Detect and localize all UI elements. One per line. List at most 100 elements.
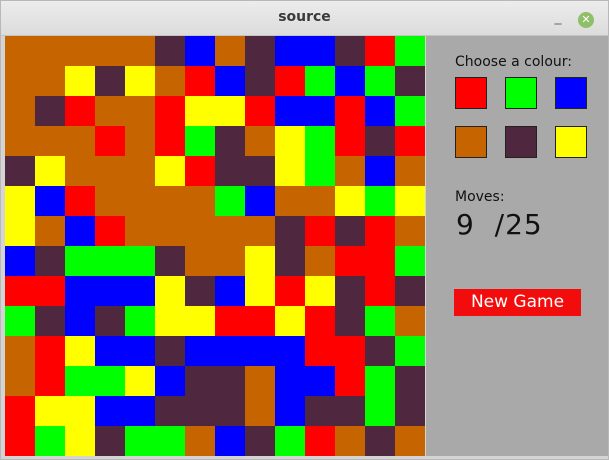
board-cell [95,96,125,126]
board-cell [155,396,185,426]
board-cell [365,126,395,156]
board-cell [65,96,95,126]
board-cell [65,306,95,336]
board-cell [35,336,65,366]
board-cell [335,426,365,456]
board-cell [125,126,155,156]
board-cell [125,336,155,366]
close-icon[interactable]: ✕ [578,12,594,28]
board-cell [35,396,65,426]
board-cell [305,36,335,66]
board-cell [95,366,125,396]
moves-counter: 9 /25 [456,208,543,241]
board-cell [95,336,125,366]
board-cell [215,306,245,336]
board-cell [275,36,305,66]
board-cell [245,156,275,186]
board-cell [5,186,35,216]
board-cell [215,366,245,396]
board-cell [95,156,125,186]
board-cell [125,66,155,96]
board-cell [155,66,185,96]
board-cell [155,426,185,456]
board-cell [215,246,245,276]
game-window: source _ ✕ Choose a colour: Moves: 9 /25… [0,0,609,460]
board-cell [395,396,425,426]
board-cell [5,366,35,396]
board-cell [155,246,185,276]
board-cell [185,366,215,396]
board-cell [365,306,395,336]
board-cell [335,126,365,156]
board-cell [335,156,365,186]
board-cell [5,66,35,96]
board-cell [365,366,395,396]
board-cell [335,276,365,306]
colour-button-purple[interactable] [505,126,537,158]
board-cell [35,96,65,126]
board-cell [305,126,335,156]
board-cell [305,96,335,126]
board-cell [395,336,425,366]
board-cell [65,336,95,366]
board-cell [65,126,95,156]
board-cell [5,156,35,186]
board-cell [185,156,215,186]
board-cell [155,36,185,66]
board-cell [125,36,155,66]
board-cell [35,366,65,396]
board-cell [95,36,125,66]
board-cell [65,156,95,186]
colour-button-yellow[interactable] [555,126,587,158]
board-cell [215,396,245,426]
board-cell [395,216,425,246]
board-cell [365,276,395,306]
board-cell [335,66,365,96]
side-panel: Choose a colour: Moves: 9 /25 New Game [426,36,608,456]
board-cell [125,396,155,426]
board-cell [65,36,95,66]
board-cell [125,96,155,126]
board-cell [245,246,275,276]
board-cell [395,426,425,456]
board-cell [125,366,155,396]
board-cell [245,396,275,426]
board-cell [215,36,245,66]
board-cell [155,96,185,126]
colour-button-red[interactable] [455,77,487,109]
board-cell [335,216,365,246]
board-cell [125,306,155,336]
new-game-button[interactable]: New Game [454,289,581,316]
board-cell [125,246,155,276]
board-cell [5,276,35,306]
board-cell [185,66,215,96]
board-cell [365,426,395,456]
board-cell [305,156,335,186]
board-cell [95,396,125,426]
colour-button-blue[interactable] [555,77,587,109]
board-cell [305,216,335,246]
board-cell [365,336,395,366]
board-cell [185,126,215,156]
moves-total: /25 [494,208,543,241]
colour-button-orange[interactable] [455,126,487,158]
board-cell [125,216,155,246]
board-cell [275,96,305,126]
board-cell [395,96,425,126]
colour-button-green[interactable] [505,77,537,109]
board-cell [95,426,125,456]
moves-label: Moves: [455,189,505,205]
moves-spacer [475,208,495,241]
board-cell [5,306,35,336]
board-cell [275,186,305,216]
board-cell [65,66,95,96]
board-cell [5,396,35,426]
minimize-icon[interactable]: _ [550,10,566,26]
board-cell [305,186,335,216]
board-cell [335,366,365,396]
board-cell [155,186,185,216]
board-cell [95,276,125,306]
board-cell [275,426,305,456]
board-cell [215,216,245,246]
board-cell [35,126,65,156]
